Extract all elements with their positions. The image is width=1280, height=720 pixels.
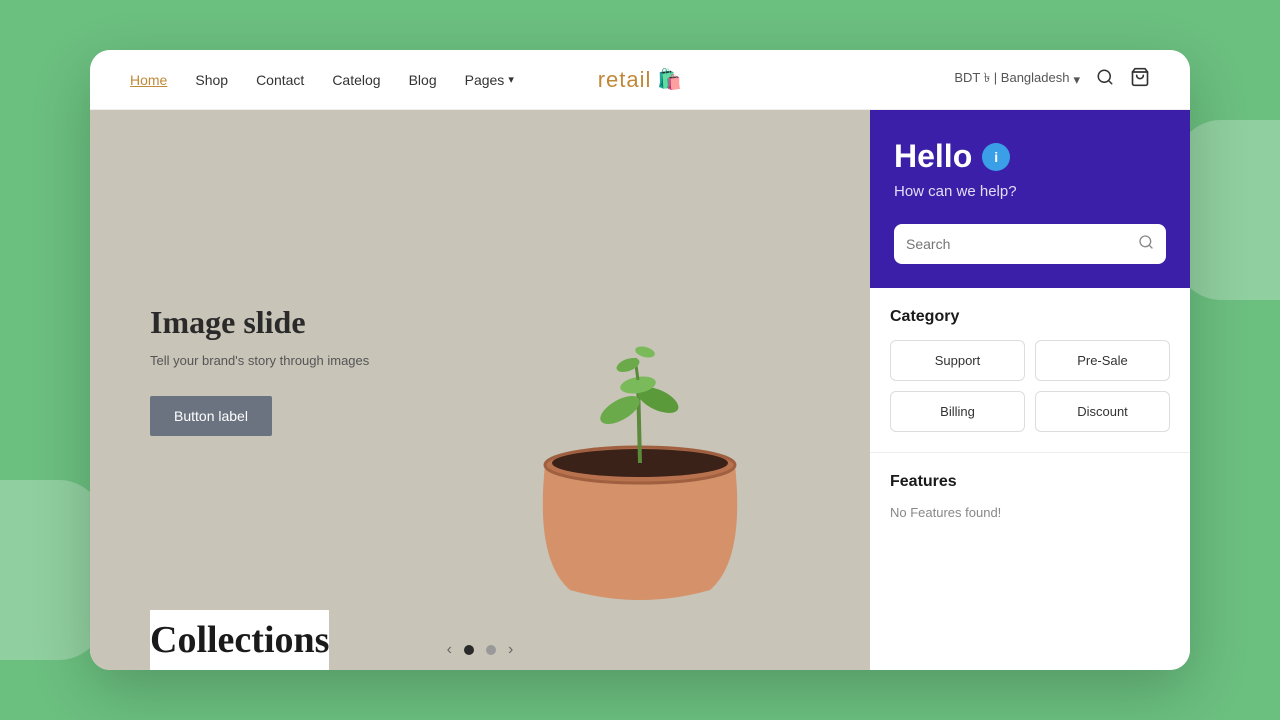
navbar: Home Shop Contact Catelog Blog Pages ▾ r… [90,50,1190,110]
currency-label: BDT ৳ | Bangladesh [954,69,1069,90]
cart-button[interactable] [1130,67,1150,92]
features-empty-message: No Features found! [890,505,1170,520]
slider-next-button[interactable]: › [508,641,513,659]
nav-links: Home Shop Contact Catelog Blog Pages ▾ [130,72,514,88]
search-box [894,224,1166,264]
nav-contact[interactable]: Contact [256,72,304,88]
logo-text: retail [598,67,652,93]
category-presale-button[interactable]: Pre-Sale [1035,340,1170,381]
search-button[interactable] [1096,68,1114,91]
search-icon [1096,68,1114,91]
hero-illustration [490,280,790,620]
help-subtitle: How can we help? [894,183,1166,200]
nav-pages-label: Pages [465,72,505,88]
collections-heading: Collections [150,618,329,662]
logo-bag-icon: 🛍️ [657,67,682,92]
category-support-button[interactable]: Support [890,340,1025,381]
category-grid: Support Pre-Sale Billing Discount [890,340,1170,432]
hero-image-area: Image slide Tell your brand's story thro… [90,110,870,630]
search-box-area [870,224,1190,288]
browser-content: Home Shop Contact Catelog Blog Pages ▾ r… [90,50,1190,670]
category-section: Category Support Pre-Sale Billing Discou… [870,288,1190,453]
category-billing-button[interactable]: Billing [890,391,1025,432]
nav-blog[interactable]: Blog [409,72,437,88]
nav-catelog[interactable]: Catelog [332,72,380,88]
currency-selector[interactable]: BDT ৳ | Bangladesh ▾ [954,69,1080,90]
hero-title: Image slide [150,304,369,341]
nav-right: BDT ৳ | Bangladesh ▾ [954,67,1150,92]
cart-icon [1130,67,1150,92]
hero-text-block: Image slide Tell your brand's story thro… [150,304,369,436]
currency-chevron-icon: ▾ [1073,72,1080,88]
help-search-input[interactable] [906,224,1130,264]
hero-subtitle: Tell your brand's story through images [150,353,369,368]
collections-section: Collections [150,610,329,670]
nav-pages[interactable]: Pages ▾ [465,72,514,88]
hero-slider: Image slide Tell your brand's story thro… [90,110,870,670]
slider-prev-button[interactable]: ‹ [447,641,452,659]
slider-dot-2[interactable] [486,645,496,655]
logo-area: retail 🛍️ [598,67,683,93]
features-section: Features No Features found! [870,453,1190,540]
help-hello-row: Hello i [894,138,1166,175]
help-header: Hello i How can we help? [870,110,1190,224]
help-search-button[interactable] [1138,234,1154,255]
info-badge-icon: i [982,143,1010,171]
category-title: Category [890,308,1170,326]
device-frame: Home Shop Contact Catelog Blog Pages ▾ r… [90,50,1190,670]
pages-chevron-icon: ▾ [508,73,514,86]
main-content: Image slide Tell your brand's story thro… [90,110,1190,670]
category-discount-button[interactable]: Discount [1035,391,1170,432]
features-title: Features [890,473,1170,491]
hero-cta-button[interactable]: Button label [150,396,272,436]
nav-shop[interactable]: Shop [195,72,228,88]
nav-home[interactable]: Home [130,72,167,88]
hello-text: Hello [894,138,972,175]
slider-dot-1[interactable] [464,645,474,655]
help-panel: Hello i How can we help? [870,110,1190,670]
